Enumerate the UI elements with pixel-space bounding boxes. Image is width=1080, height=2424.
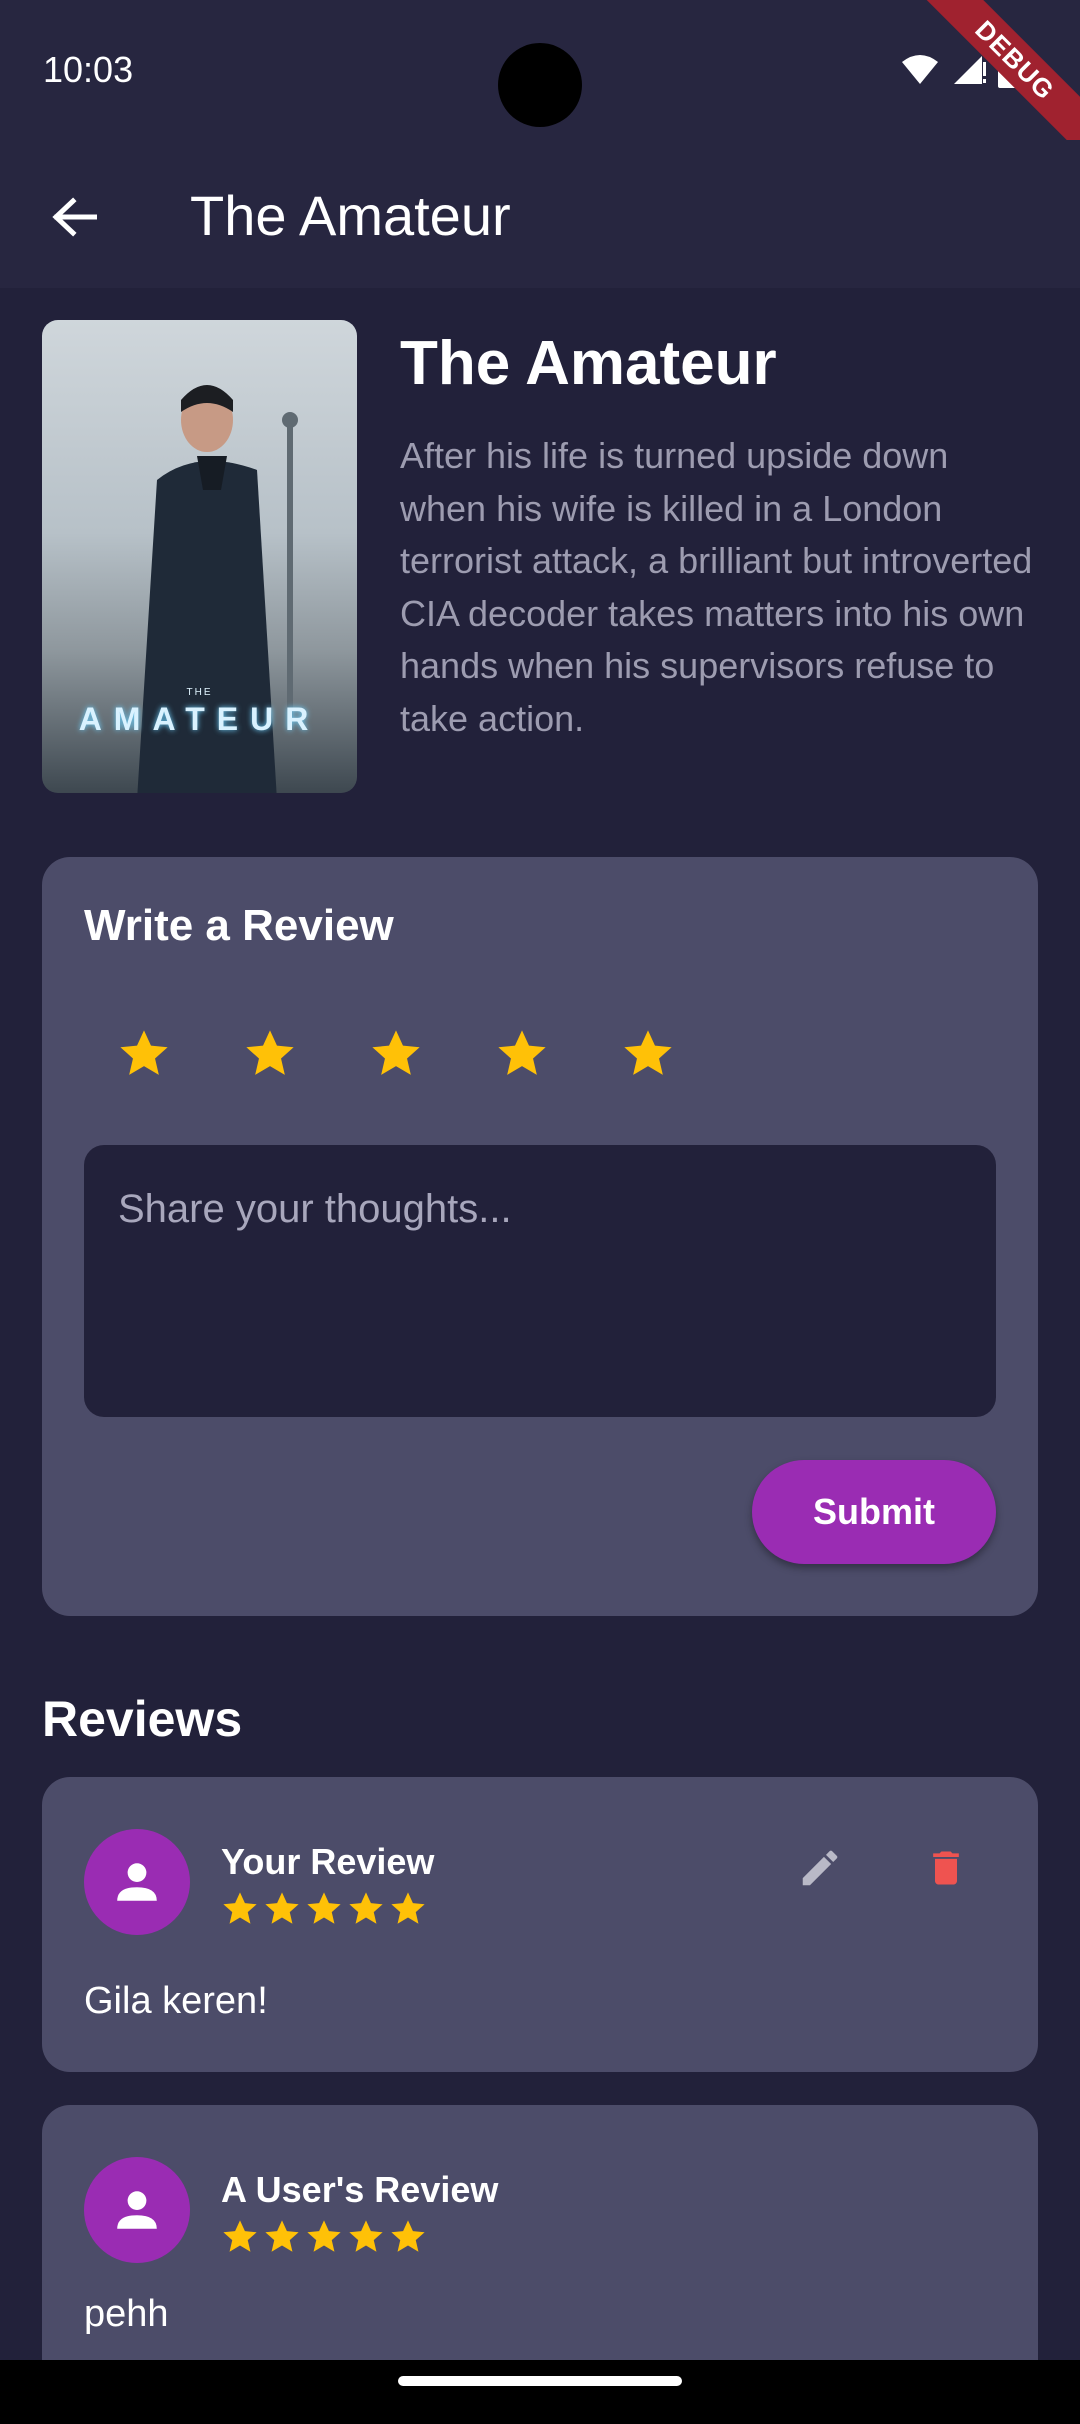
write-review-heading: Write a Review: [84, 901, 394, 950]
wifi-icon: [902, 55, 938, 84]
status-bar: 10:03 DEBUG: [0, 0, 1080, 156]
home-indicator[interactable]: [398, 2376, 682, 2386]
review-author: A User's Review: [221, 2169, 499, 2210]
star-icon: [307, 1892, 341, 1924]
edit-review-button[interactable]: [782, 1830, 858, 1906]
star-icon: [349, 2220, 383, 2252]
movie-detail-screen: 10:03 DEBUG The Amateur THE AMATEUR The …: [0, 0, 1080, 2424]
poster-title-text: AMATEUR: [78, 701, 321, 737]
star-icon: [391, 2220, 425, 2252]
trash-icon: [933, 1851, 959, 1885]
review-text: pehh: [84, 2293, 169, 2335]
star-icon[interactable]: [243, 1027, 297, 1081]
reviews-heading: Reviews: [42, 1691, 243, 1747]
submit-button[interactable]: Submit: [752, 1460, 996, 1564]
review-rating: [221, 2218, 427, 2256]
review-rating: [221, 1890, 427, 1928]
star-icon[interactable]: [369, 1027, 423, 1081]
star-icon: [223, 1892, 257, 1924]
star-icon[interactable]: [621, 1027, 675, 1081]
star-icon: [307, 2220, 341, 2252]
person-icon: [117, 1863, 157, 1901]
review-text-input[interactable]: [84, 1145, 996, 1417]
poster-small-text: THE: [186, 687, 213, 698]
review-text: Gila keren!: [84, 1980, 268, 2022]
avatar: [84, 2157, 190, 2263]
rating-selector: [117, 1027, 675, 1081]
movie-poster: THE AMATEUR: [42, 320, 357, 793]
signal-icon: [954, 56, 986, 84]
pencil-icon: [802, 1850, 838, 1886]
star-icon: [391, 1892, 425, 1924]
star-icon: [265, 1892, 299, 1924]
star-icon: [265, 2220, 299, 2252]
arrow-left-icon: [52, 197, 97, 237]
delete-review-button[interactable]: [908, 1830, 984, 1906]
camera-cutout: [498, 43, 582, 127]
movie-title: The Amateur: [400, 329, 777, 398]
avatar: [84, 1829, 190, 1935]
star-icon: [223, 2220, 257, 2252]
star-icon[interactable]: [495, 1027, 549, 1081]
review-card: Your Review Gila keren!: [42, 1777, 1038, 2072]
movie-description: After his life is turned upside down whe…: [400, 435, 1033, 739]
write-review-card: Write a Review Submit: [42, 857, 1038, 1616]
app-bar: The Amateur: [0, 140, 1080, 288]
star-icon[interactable]: [117, 1027, 171, 1081]
app-bar-title: The Amateur: [190, 184, 511, 247]
person-icon: [117, 2191, 157, 2229]
system-navigation-bar: [0, 2360, 1080, 2424]
star-icon: [349, 1892, 383, 1924]
review-author: Your Review: [221, 1841, 435, 1882]
status-time: 10:03: [43, 49, 134, 90]
back-button[interactable]: [44, 192, 104, 242]
